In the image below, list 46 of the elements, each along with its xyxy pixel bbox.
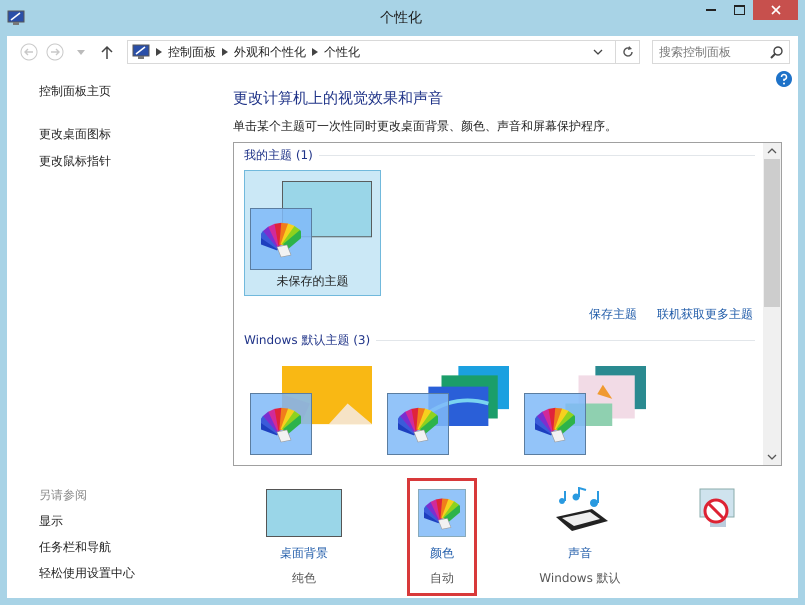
address-bar[interactable]: 控制面板 外观和个性化 个性化 bbox=[127, 40, 640, 64]
up-arrow-icon bbox=[101, 45, 113, 59]
monitor-icon bbox=[132, 44, 150, 60]
sidebar-link[interactable]: 更改鼠标指针 bbox=[39, 153, 233, 170]
close-button[interactable] bbox=[753, 0, 798, 20]
setting-value: 自动 bbox=[430, 570, 454, 587]
chevron-right-icon bbox=[312, 48, 318, 56]
theme-tile[interactable]: 未保存的主题 bbox=[244, 170, 381, 296]
sidebar-link[interactable]: 显示 bbox=[39, 513, 233, 530]
sidebar-link[interactable]: 控制面板主页 bbox=[39, 83, 233, 100]
search-field[interactable]: 搜索控制面板 bbox=[652, 40, 790, 64]
setting-link[interactable]: 桌面背景 bbox=[280, 545, 328, 562]
sidebar-link[interactable]: 更改桌面图标 bbox=[39, 126, 233, 143]
monitor-icon bbox=[7, 10, 25, 26]
group-heading: Windows 默认主题 (3) bbox=[244, 332, 370, 349]
section-heading: 另请参阅 bbox=[39, 487, 88, 504]
maximize-icon bbox=[734, 5, 744, 15]
setting-value: 纯色 bbox=[292, 570, 316, 587]
chevron-right-icon bbox=[222, 48, 228, 56]
theme-name: 未保存的主题 bbox=[276, 273, 350, 290]
scrollbar-thumb[interactable] bbox=[764, 159, 780, 307]
sidebar-link[interactable]: 轻松使用设置中心 bbox=[39, 565, 233, 582]
minimize-icon bbox=[706, 9, 716, 11]
caret-icon bbox=[77, 50, 85, 54]
sidebar-link[interactable]: 任务栏和导航 bbox=[39, 539, 233, 556]
chevron-up-icon bbox=[767, 148, 777, 154]
group-heading: 我的主题 (1) bbox=[244, 147, 313, 164]
refresh-icon bbox=[622, 46, 634, 58]
close-icon bbox=[770, 5, 780, 15]
theme-link[interactable]: 联机获取更多主题 bbox=[657, 306, 753, 323]
description-text: 单击某个主题可一次性同时更改桌面背景、颜色、声音和屏幕保护程序。 bbox=[233, 118, 618, 135]
theme-link[interactable]: 保存主题 bbox=[589, 306, 637, 323]
page-title: 更改计算机上的视觉效果和声音 bbox=[233, 89, 444, 108]
breadcrumb-item[interactable]: 个性化 bbox=[324, 44, 360, 60]
scrollbar[interactable] bbox=[763, 143, 781, 465]
chevron-down-icon bbox=[593, 49, 603, 55]
window-title: 个性化 bbox=[379, 9, 423, 27]
chevron-right-icon bbox=[156, 48, 162, 56]
help-icon bbox=[776, 71, 792, 87]
search-icon bbox=[770, 45, 784, 59]
setting-link[interactable]: 声音 bbox=[568, 545, 592, 562]
setting-link[interactable]: 颜色 bbox=[430, 545, 454, 562]
chevron-down-icon bbox=[767, 454, 777, 460]
setting-value: Windows 默认 bbox=[539, 570, 621, 587]
breadcrumb-item[interactable]: 控制面板 bbox=[168, 44, 216, 60]
breadcrumb-item[interactable]: 外观和个性化 bbox=[234, 44, 306, 60]
